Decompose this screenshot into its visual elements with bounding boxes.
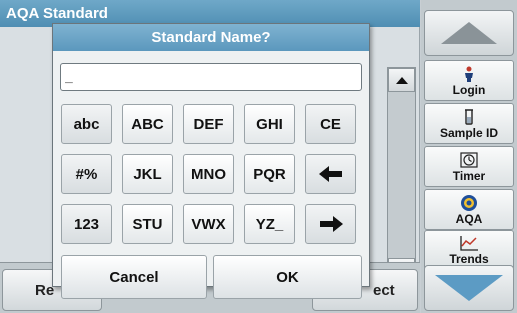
trends-label: Trends [449,252,489,266]
key-abc[interactable]: abc [61,104,112,144]
person-icon [463,65,475,83]
key-pqr[interactable]: PQR [244,154,295,194]
triangle-down-icon [435,275,503,301]
cursor-right-key[interactable] [305,204,356,244]
app-title: AQA Standard [6,5,108,22]
key-def[interactable]: DEF [183,104,234,144]
key-ghi[interactable]: GHI [244,104,295,144]
trends-icon [459,234,479,252]
timer-button[interactable]: Timer [424,146,514,187]
trends-button[interactable]: Trends [424,230,514,270]
login-label: Login [452,83,486,97]
list-scrollbar[interactable] [387,67,416,283]
ok-button[interactable]: OK [213,255,362,299]
timer-icon [460,151,478,169]
beaker-icon [463,108,475,126]
bottom-right-label: ect [373,281,395,299]
nav-down-button[interactable] [424,265,514,311]
sample-id-label: Sample ID [439,126,499,140]
key-yz[interactable]: YZ_ [244,204,295,244]
aqa-label: AQA [455,212,483,226]
key-stu[interactable]: STU [122,204,173,244]
aqa-button[interactable]: AQA [424,189,514,230]
key-symbols[interactable]: #% [61,154,112,194]
key-clear-entry[interactable]: CE [305,104,356,144]
side-panel: Login Sample ID Timer AQA Trends [421,0,517,313]
backspace-key[interactable] [305,154,356,194]
arrow-left-icon [318,166,342,182]
key-mno[interactable]: MNO [183,154,234,194]
key-vwx[interactable]: VWX [183,204,234,244]
triangle-up-icon [441,22,497,44]
standard-name-input[interactable]: _ [60,63,362,91]
cancel-button[interactable]: Cancel [61,255,207,299]
arrow-right-icon [319,216,343,232]
login-button[interactable]: Login [424,60,514,101]
arrow-up-icon [395,76,408,84]
key-abc-upper[interactable]: ABC [122,104,173,144]
dialog-title: Standard Name? [53,24,369,51]
key-numbers[interactable]: 123 [61,204,112,244]
scroll-up-button[interactable] [388,68,415,92]
aqa-icon [460,194,478,212]
nav-up-button[interactable] [424,10,514,56]
sample-id-button[interactable]: Sample ID [424,103,514,144]
key-jkl[interactable]: JKL [122,154,173,194]
timer-label: Timer [452,169,486,183]
keyboard-dialog: Standard Name? _ abc ABC DEF GHI CE #% J… [52,23,370,299]
